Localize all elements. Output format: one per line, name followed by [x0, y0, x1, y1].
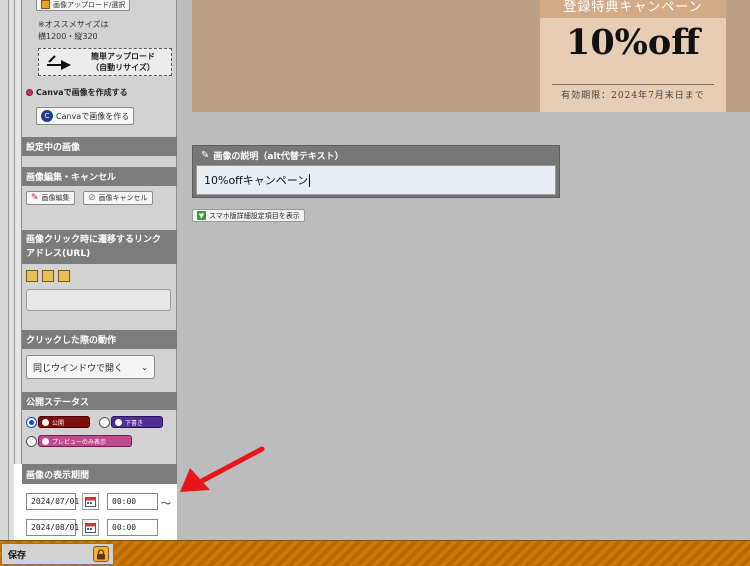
pencil-icon: ✎ [31, 193, 39, 203]
left-edge-strips [0, 0, 22, 540]
left-settings-panel: 画像アップロード/選択 ※オススメサイズは 横1200・縦320 簡単アップロー… [22, 0, 177, 540]
alt-text-box: ✎ 画像の説明（alt代替テキスト） 10%offキャンペーン [192, 145, 560, 198]
current-image-heading: 設定中の画像 [22, 137, 177, 156]
easy-upload-button[interactable]: 簡単アップロード （自動リサイズ） [38, 48, 172, 76]
campaign-discount: 10%off [565, 22, 701, 63]
range-separator: 〜 [161, 499, 171, 510]
display-period-section: 画像の表示期間 2024/07/01 00:00 〜 2024/08/01 00… [14, 464, 177, 540]
bottom-action-bar: 保存 [0, 540, 750, 566]
easy-upload-line1: 簡単アップロード [91, 52, 155, 61]
calendar-icon [85, 497, 96, 507]
link-page-icon[interactable] [26, 270, 38, 282]
alt-text-input[interactable]: 10%offキャンペーン [196, 165, 556, 195]
pencil-icon: ✎ [201, 149, 210, 161]
display-period-heading: 画像の表示期間 [22, 464, 177, 484]
cancel-image-button[interactable]: ⊘ 画像キャンセル [83, 191, 153, 205]
end-calendar-button[interactable] [82, 519, 99, 536]
canva-heading: Canvaで画像を作成する [26, 87, 128, 98]
image-icon [41, 0, 50, 9]
upload-select-button[interactable]: 画像アップロード/選択 [36, 0, 131, 11]
canva-create-button[interactable]: C Canvaで画像を作る [36, 107, 135, 125]
status-heading: 公開ステータス [22, 392, 177, 410]
link-file-icon[interactable] [42, 270, 54, 282]
status-public-radio[interactable] [26, 417, 37, 428]
banner-preview: 登録特典キャンペーン 10%off 有効期限：2024年7月末日まで [192, 0, 750, 112]
status-preview-radio[interactable] [26, 436, 37, 447]
down-arrow-icon: ▼ [197, 211, 206, 220]
upload-arrow-icon [47, 55, 71, 70]
status-draft-badge: 下書き [111, 416, 163, 428]
alt-text-heading: ✎ 画像の説明（alt代替テキスト） [201, 149, 344, 162]
recommend-size-note: ※オススメサイズは 横1200・縦320 [38, 20, 109, 41]
status-preview-badge: プレビューのみ表示 [38, 435, 132, 447]
end-date-input[interactable]: 2024/08/01 [26, 519, 79, 536]
easy-upload-line2: （自動リサイズ） [91, 63, 155, 72]
campaign-divider [552, 84, 714, 85]
link-url-heading: 画像クリック時に遷移するリンク アドレス(URL) [22, 230, 177, 264]
link-folder-icon[interactable] [58, 270, 70, 282]
click-action-select[interactable]: 同じウインドウで開く ⌄ [26, 355, 155, 379]
start-calendar-button[interactable] [82, 493, 99, 510]
record-icon [42, 418, 49, 426]
pencil-icon [115, 418, 122, 426]
upload-select-label: 画像アップロード/選択 [53, 0, 126, 9]
edit-cancel-heading: 画像編集・キャンセル [22, 167, 177, 186]
start-time-input[interactable]: 00:00 [107, 493, 158, 510]
status-draft-radio[interactable] [99, 417, 110, 428]
preview-icon [42, 437, 49, 445]
text-caret [309, 173, 311, 187]
save-button[interactable]: 保存 [1, 543, 114, 565]
start-date-input[interactable]: 2024/07/01 [26, 493, 79, 510]
chevron-down-icon: ⌄ [141, 362, 148, 372]
link-url-input[interactable] [26, 289, 171, 311]
campaign-title: 登録特典キャンペーン [540, 0, 726, 18]
prohibit-icon: ⊘ [88, 193, 96, 203]
lock-icon [93, 546, 109, 562]
show-sp-settings-button[interactable]: ▼ スマホ版詳細設定項目を表示 [192, 209, 305, 222]
calendar-icon [85, 523, 96, 533]
click-action-heading: クリックした際の動作 [22, 330, 177, 349]
edit-image-button[interactable]: ✎ 画像編集 [26, 191, 75, 205]
campaign-panel: 登録特典キャンペーン 10%off 有効期限：2024年7月末日まで [540, 0, 726, 112]
bullet-icon [26, 89, 33, 96]
campaign-expiry: 有効期限：2024年7月末日まで [561, 91, 705, 101]
canva-logo-icon: C [41, 110, 53, 122]
annotation-arrow [180, 446, 265, 492]
link-tool-icons [26, 270, 70, 282]
end-time-input[interactable]: 00:00 [107, 519, 158, 536]
status-public-badge: 公開 [38, 416, 90, 428]
